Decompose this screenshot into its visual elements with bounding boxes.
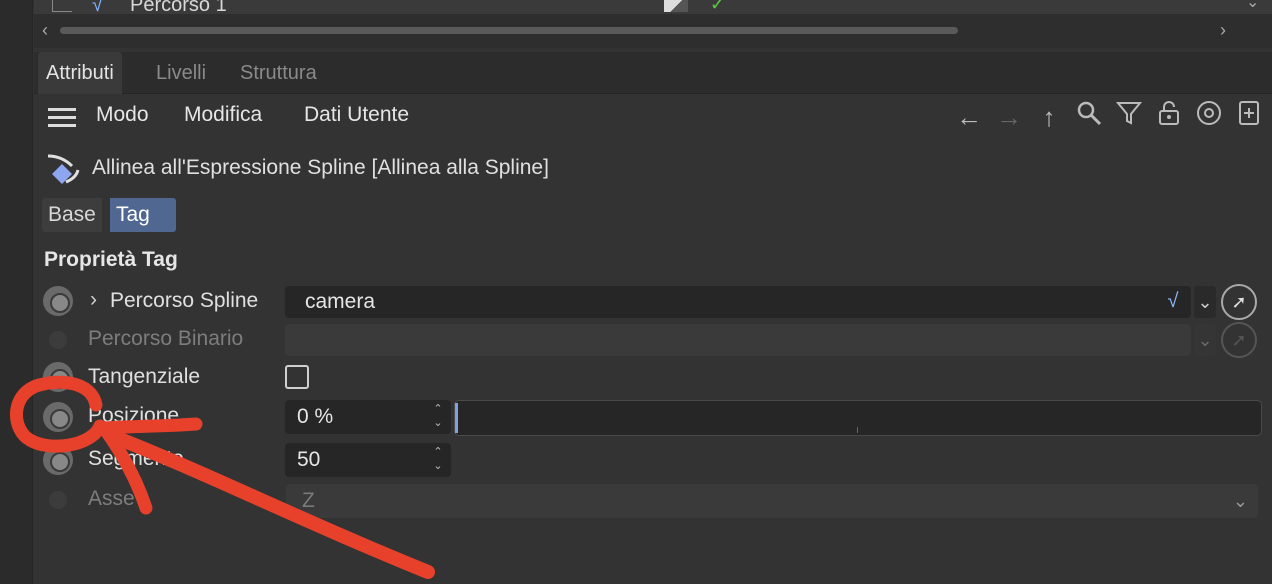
- scroll-left-button[interactable]: ‹: [42, 20, 48, 41]
- target-icon[interactable]: [1192, 100, 1226, 134]
- label-tangenziale: Tangenziale: [88, 365, 201, 388]
- display-tag-icon[interactable]: [664, 0, 688, 12]
- rail-picker-icon: ➚: [1221, 322, 1257, 358]
- position-value: 0 %: [297, 405, 334, 428]
- scroll-right-button[interactable]: ›: [1220, 20, 1226, 41]
- menu-dati-utente[interactable]: Dati Utente: [304, 103, 409, 127]
- tab-struttura[interactable]: Struttura: [232, 52, 325, 94]
- menu-modo[interactable]: Modo: [96, 103, 149, 127]
- position-input[interactable]: 0 % ⌃ ⌄: [285, 400, 451, 434]
- tab-attributi[interactable]: Attributi: [38, 52, 122, 94]
- slider-mid-tick: [857, 427, 858, 433]
- arrow-left-icon[interactable]: ←: [952, 100, 986, 134]
- animate-toggle-spline[interactable]: [43, 286, 73, 316]
- segment-spinner-icon[interactable]: ⌃ ⌄: [431, 445, 445, 473]
- segment-input[interactable]: 50 ⌃ ⌄: [285, 443, 451, 477]
- spline-picker-icon[interactable]: ➚: [1221, 284, 1257, 320]
- label-asse: Asse: [88, 487, 135, 510]
- section-title: Proprietà Tag: [44, 248, 178, 271]
- checkmark-icon[interactable]: ✓: [710, 0, 725, 15]
- spline-icon: √: [92, 0, 103, 16]
- object-header-title: Allinea all'Espressione Spline [Allinea …: [92, 156, 549, 179]
- left-gutter: [0, 0, 33, 584]
- subtab-base[interactable]: Base: [42, 198, 102, 232]
- label-percorso-spline: Percorso Spline: [110, 289, 259, 312]
- label-percorso-binario: Percorso Binario: [88, 327, 244, 350]
- spline-path-field[interactable]: camera: [285, 286, 1191, 318]
- label-posizione: Posizione: [88, 404, 180, 427]
- animate-toggle-position[interactable]: [43, 402, 73, 432]
- axis-value: Z: [302, 489, 315, 512]
- subtab-tag[interactable]: Tag: [110, 198, 176, 232]
- position-slider[interactable]: [454, 400, 1262, 436]
- filter-icon[interactable]: [1112, 100, 1146, 134]
- align-to-spline-icon: [44, 152, 80, 188]
- new-panel-icon[interactable]: [1232, 100, 1266, 134]
- hamburger-menu-icon[interactable]: [48, 108, 76, 128]
- tree-connector: [52, 0, 72, 12]
- position-spinner-icon[interactable]: ⌃ ⌄: [431, 402, 445, 430]
- animate-toggle-tangential[interactable]: [43, 362, 73, 392]
- menu-bar: Modo Modifica Dati Utente ← → ↑: [34, 94, 1272, 140]
- menu-modifica[interactable]: Modifica: [184, 103, 262, 127]
- chevron-down-icon[interactable]: ⌄: [1246, 0, 1259, 12]
- animate-toggle-axis: [49, 491, 67, 509]
- animate-toggle-rail: [49, 331, 67, 349]
- search-icon[interactable]: [1072, 100, 1106, 134]
- spline-icon: √: [1167, 290, 1179, 312]
- animate-toggle-segment[interactable]: [43, 445, 73, 475]
- segment-value: 50: [297, 448, 321, 471]
- chevron-down-icon: ⌄: [1232, 491, 1248, 511]
- label-segmento: Segmento: [88, 447, 184, 470]
- chevron-right-icon[interactable]: ›: [90, 288, 97, 312]
- lock-icon[interactable]: [1152, 100, 1186, 134]
- rail-path-field: [285, 324, 1191, 356]
- object-name[interactable]: Percorso 1: [130, 0, 227, 17]
- horizontal-scrollbar[interactable]: [60, 27, 958, 34]
- position-slider-thumb[interactable]: [455, 403, 458, 433]
- tangential-checkbox[interactable]: [285, 365, 309, 389]
- rail-dropdown-button: ⌄: [1194, 324, 1216, 356]
- spline-dropdown-button[interactable]: ⌄: [1194, 286, 1216, 318]
- tab-livelli[interactable]: Livelli: [148, 52, 214, 94]
- attribute-tabbar: Attributi Livelli Struttura: [34, 52, 1272, 94]
- arrow-right-icon[interactable]: →: [992, 100, 1026, 134]
- axis-dropdown: Z ⌄: [286, 484, 1258, 518]
- arrow-up-icon[interactable]: ↑: [1032, 100, 1066, 134]
